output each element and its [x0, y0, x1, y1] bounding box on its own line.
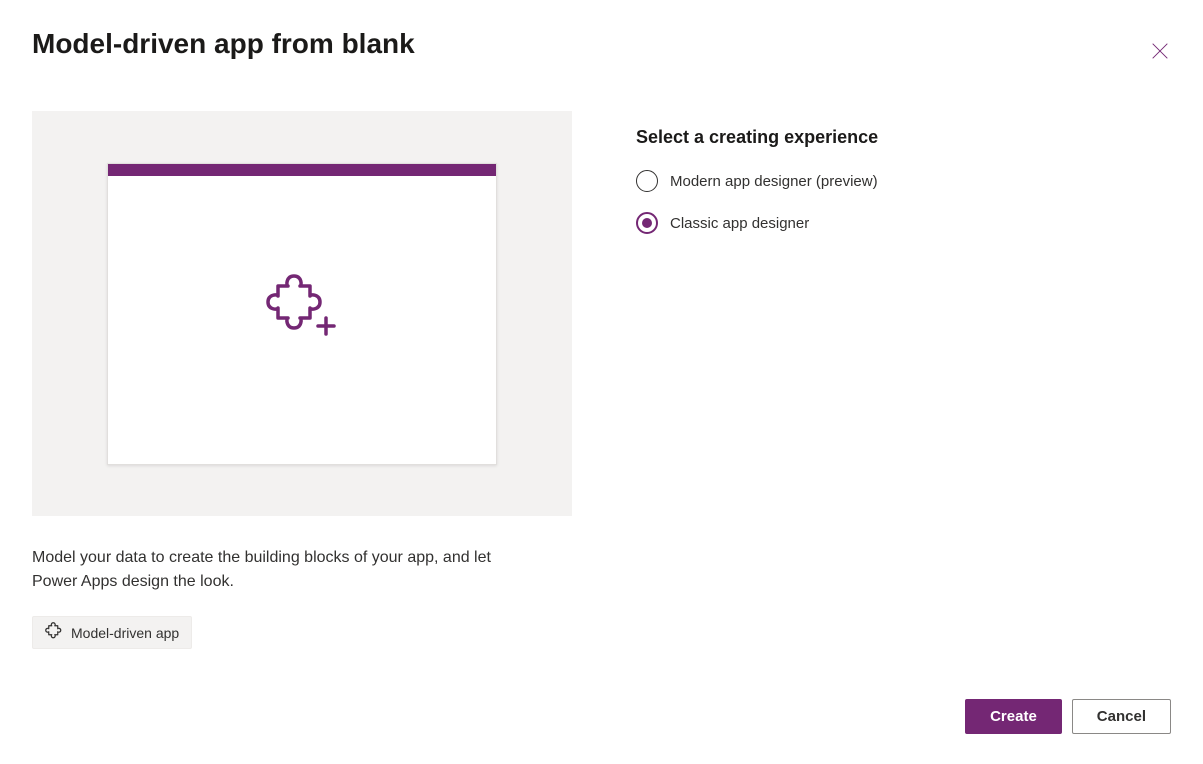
preview-card — [107, 163, 497, 465]
dialog-title: Model-driven app from blank — [32, 28, 415, 60]
close-button[interactable] — [1145, 36, 1175, 69]
radio-label: Classic app designer — [670, 215, 809, 232]
preview-area — [32, 111, 572, 516]
puzzle-add-icon — [264, 272, 340, 345]
radio-indicator — [636, 170, 658, 192]
preview-topbar — [108, 164, 496, 176]
radio-modern-designer[interactable]: Modern app designer (preview) — [636, 170, 878, 192]
dialog-description: Model your data to create the building b… — [32, 546, 522, 594]
cancel-button[interactable]: Cancel — [1072, 699, 1171, 734]
radio-inner-dot — [642, 218, 652, 228]
options-heading: Select a creating experience — [636, 127, 878, 148]
close-icon — [1149, 50, 1171, 65]
radio-indicator — [636, 212, 658, 234]
puzzle-icon — [45, 622, 63, 643]
radio-classic-designer[interactable]: Classic app designer — [636, 212, 878, 234]
tag-label: Model-driven app — [71, 625, 179, 641]
create-button[interactable]: Create — [965, 699, 1062, 734]
radio-label: Modern app designer (preview) — [670, 173, 878, 190]
experience-radio-group: Modern app designer (preview) Classic ap… — [636, 170, 878, 234]
app-type-tag: Model-driven app — [32, 616, 192, 649]
